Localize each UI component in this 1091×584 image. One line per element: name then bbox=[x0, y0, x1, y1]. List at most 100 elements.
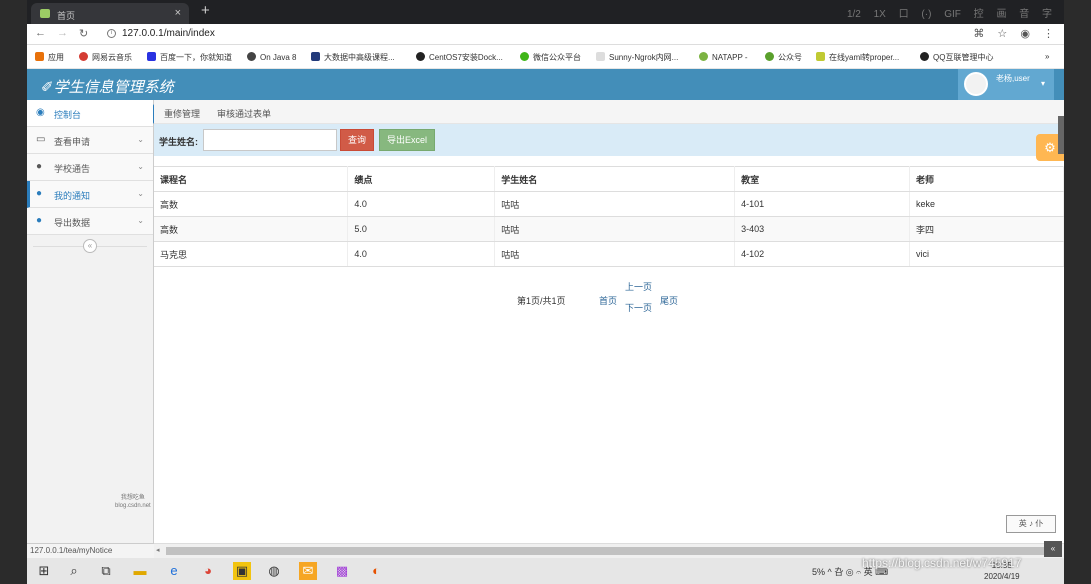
breadcrumb-item-retake[interactable]: 重修管理 bbox=[164, 107, 200, 120]
tool-speed[interactable]: 1X bbox=[874, 9, 886, 20]
windows-start-icon[interactable]: ⊞ bbox=[35, 562, 53, 580]
table-row: 高数 4.0 咕咕 4-101 keke bbox=[154, 191, 1064, 217]
bookmark-item[interactable]: On Java 8 bbox=[247, 52, 296, 62]
chrome-icon[interactable]: ◕ bbox=[199, 562, 217, 580]
app-title[interactable]: ✐学生信息管理系统 bbox=[41, 76, 174, 97]
tool-text[interactable]: 字 bbox=[1042, 5, 1052, 20]
last-page-link[interactable]: 尾页 bbox=[660, 294, 678, 307]
scrollbar-thumb[interactable] bbox=[166, 547, 1046, 555]
sidebar-item-school-notices[interactable]: ● 学校通告 ⌄ bbox=[27, 154, 153, 181]
bookmarks-overflow-icon[interactable]: » bbox=[1045, 52, 1049, 61]
url-field[interactable]: 127.0.0.1/main/index bbox=[122, 28, 215, 39]
user-icon: ● bbox=[36, 188, 43, 199]
profile-icon[interactable]: ◉ bbox=[1020, 28, 1030, 40]
caret-down-icon: ▾ bbox=[1040, 79, 1045, 88]
column-header: 学生姓名 bbox=[494, 166, 736, 192]
bookmark-item[interactable]: QQ互联管理中心 bbox=[920, 52, 993, 63]
menu-icon[interactable]: ⋮ bbox=[1043, 28, 1054, 40]
tool-draw[interactable]: 画 bbox=[996, 5, 1006, 20]
first-page-link[interactable]: 首页 bbox=[599, 294, 617, 307]
docker-icon bbox=[416, 52, 425, 61]
panda-app-icon[interactable]: ◍ bbox=[265, 562, 283, 580]
tool-page-count[interactable]: 1/2 bbox=[847, 9, 861, 20]
table-header-row: 课程名 绩点 学生姓名 教室 老师 bbox=[154, 166, 1064, 192]
side-handle[interactable] bbox=[1058, 116, 1064, 154]
sidebar-item-dashboard[interactable]: ◉ 控制台 bbox=[27, 100, 160, 127]
sidebar-watermark: 我想吃鱼 blog.csdn.net bbox=[115, 495, 151, 509]
tool-control[interactable]: 控 bbox=[974, 5, 984, 20]
translate-icon[interactable]: ⌘ bbox=[973, 28, 984, 40]
back-arrow-icon[interactable]: ← bbox=[35, 27, 46, 39]
sidebar-collapse-button[interactable]: « bbox=[83, 239, 97, 253]
sidebar-item-view-applications[interactable]: ▭ 查看申请 ⌄ bbox=[27, 127, 153, 154]
browser-tab[interactable]: 首页 × bbox=[31, 3, 189, 24]
bookmark-item[interactable]: 百度一下，你就知道 bbox=[147, 52, 232, 63]
page-icon bbox=[596, 52, 605, 61]
globe-icon bbox=[247, 52, 256, 61]
edge-icon[interactable]: e bbox=[165, 562, 183, 580]
ime-toolbar[interactable]: 英 ♪ 仆 bbox=[1006, 515, 1056, 533]
sidebar-item-label: 导出数据 bbox=[54, 218, 91, 228]
sidebar-item-label: 查看申请 bbox=[54, 137, 91, 147]
course-icon bbox=[311, 52, 320, 61]
intellij-icon[interactable]: ▩ bbox=[333, 562, 351, 580]
scroll-top-button[interactable]: « bbox=[1044, 541, 1062, 557]
export-excel-button[interactable]: 导出Excel bbox=[379, 129, 436, 151]
bookmark-item[interactable]: 大数据中高级课程... bbox=[311, 52, 395, 63]
app-icon[interactable]: ▣ bbox=[233, 562, 251, 580]
next-page-link[interactable]: 下一页 bbox=[625, 301, 652, 314]
task-view-icon[interactable]: ⧉ bbox=[97, 562, 115, 580]
user-icon: ● bbox=[36, 215, 43, 226]
bookmark-star-icon[interactable]: ☆ bbox=[997, 28, 1007, 40]
desktop-icon: ▭ bbox=[36, 134, 46, 145]
user-menu[interactable]: 老杨,user ▾ bbox=[958, 69, 1054, 100]
prev-page-link[interactable]: 上一页 bbox=[625, 280, 652, 293]
breadcrumb: 重修管理 审核通过表单 bbox=[154, 100, 1064, 124]
new-tab-button[interactable]: + bbox=[201, 2, 210, 19]
cell-gpa: 5.0 bbox=[347, 216, 496, 242]
bookmark-item[interactable]: NATAPP - bbox=[699, 52, 748, 62]
chevron-down-icon: ⌄ bbox=[137, 216, 144, 225]
apps-grid-icon bbox=[35, 52, 44, 61]
tool-audio[interactable]: 音 bbox=[1019, 5, 1029, 20]
bookmark-apps[interactable]: 应用 bbox=[35, 52, 64, 63]
query-button[interactable]: 查询 bbox=[340, 129, 375, 151]
natapp-icon bbox=[699, 52, 708, 61]
chevron-down-icon: ⌄ bbox=[137, 135, 144, 144]
capture-toolbar: 1/2 1X 口 (·) GIF 控 画 音 字 bbox=[837, 5, 1052, 20]
page-info: 第1页/共1页 bbox=[517, 296, 566, 306]
bookmark-item[interactable]: CentOS7安装Dock... bbox=[416, 52, 503, 63]
chevron-down-icon: ⌄ bbox=[137, 189, 144, 198]
search-icon[interactable]: ⌕ bbox=[65, 562, 83, 580]
folder-icon bbox=[816, 52, 825, 61]
column-header: 教室 bbox=[734, 166, 911, 192]
bookmark-item[interactable]: 公众号 bbox=[765, 52, 802, 63]
bookmark-item[interactable]: 微信公众平台 bbox=[520, 52, 581, 63]
recorder-app-icon[interactable]: ◐ bbox=[367, 562, 385, 580]
sidebar-item-my-notices[interactable]: ● 我的通知 ⌄ bbox=[27, 181, 153, 208]
tool-gif[interactable]: GIF bbox=[944, 9, 961, 20]
bookmark-item[interactable]: 网易云音乐 bbox=[79, 52, 132, 63]
sidebar-item-export-data[interactable]: ● 导出数据 ⌄ bbox=[27, 208, 153, 235]
tool-record-icon[interactable]: (·) bbox=[921, 9, 931, 20]
student-name-input[interactable] bbox=[203, 129, 337, 151]
scroll-left-icon[interactable]: ◂ bbox=[156, 546, 160, 554]
wechat-app-icon[interactable]: ✉ bbox=[299, 562, 317, 580]
baidu-paw-icon bbox=[147, 52, 156, 61]
bookmark-item[interactable]: Sunny-Ngrok内网... bbox=[596, 52, 678, 63]
chevron-down-icon: ⌄ bbox=[137, 162, 144, 171]
info-icon[interactable]: i bbox=[107, 29, 116, 38]
favicon-icon bbox=[40, 9, 50, 18]
bookmark-item[interactable]: 在线yaml转proper... bbox=[816, 52, 899, 63]
qq-icon bbox=[920, 52, 929, 61]
avatar bbox=[964, 72, 988, 96]
tool-crop-icon[interactable]: 口 bbox=[899, 5, 909, 20]
file-explorer-icon[interactable]: ▬ bbox=[131, 562, 149, 580]
reload-icon[interactable]: ↻ bbox=[79, 27, 88, 40]
status-url: 127.0.0.1/tea/myNotice bbox=[27, 543, 154, 558]
cell-student: 咕咕 bbox=[494, 241, 736, 267]
user-name: 老杨,user bbox=[996, 74, 1030, 83]
forward-arrow-icon[interactable]: → bbox=[57, 27, 68, 39]
dashboard-icon: ◉ bbox=[36, 107, 45, 118]
tab-close-icon[interactable]: × bbox=[175, 7, 181, 19]
